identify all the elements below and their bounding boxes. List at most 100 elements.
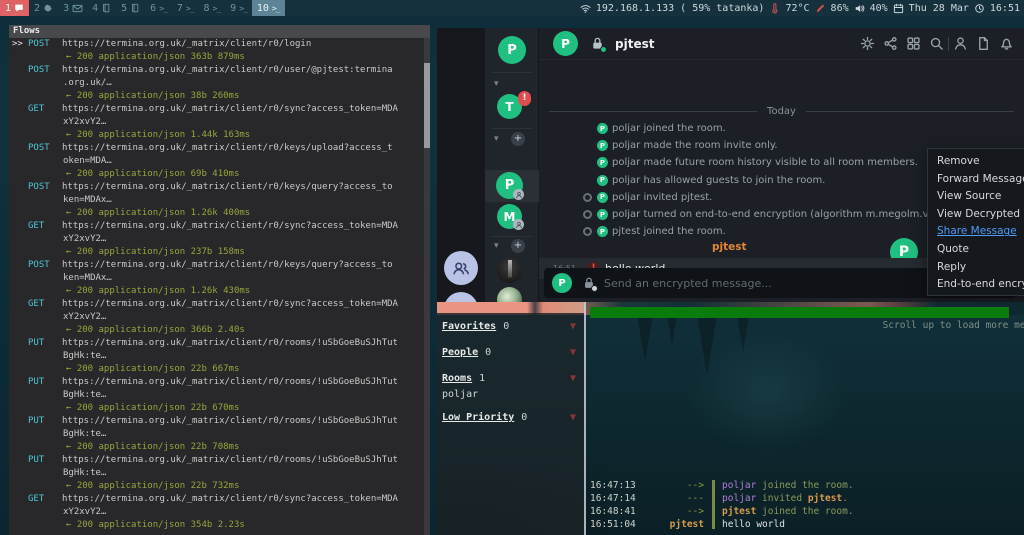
workspace-9[interactable]: 9>_ bbox=[225, 0, 252, 16]
flow-row[interactable]: GEThttps://termina.org.uk/_matrix/client… bbox=[9, 493, 423, 506]
section-label[interactable]: Favorites bbox=[442, 321, 496, 332]
menu-item-end-to-end-encry[interactable]: End-to-end encry bbox=[928, 276, 1024, 294]
menu-item-quote[interactable]: Quote bbox=[928, 241, 1024, 259]
flow-row[interactable]: POSThttps://termina.org.uk/_matrix/clien… bbox=[9, 181, 423, 194]
widgets-grid-icon[interactable] bbox=[906, 36, 921, 51]
room-header-avatar[interactable]: P bbox=[553, 31, 578, 56]
chat-log-row: 16:51:04pjtesthello world bbox=[590, 518, 1024, 531]
workspace-1[interactable]: 1 bbox=[0, 0, 29, 16]
flow-row[interactable]: POSThttps://termina.org.uk/_matrix/clien… bbox=[9, 64, 423, 77]
workspace-3[interactable]: 3 bbox=[58, 0, 87, 16]
add-room-button[interactable]: + bbox=[511, 239, 525, 253]
flow-row[interactable]: POSThttps://termina.org.uk/_matrix/clien… bbox=[9, 142, 423, 155]
day-divider-label: Today bbox=[767, 106, 796, 117]
log-gutter: --> bbox=[642, 479, 704, 492]
room-section-rooms[interactable]: Rooms1▼ bbox=[442, 373, 584, 386]
flow-response: ← 200 application/json 38b 260ms bbox=[9, 90, 423, 103]
share-icon[interactable] bbox=[883, 36, 898, 51]
chat-icon bbox=[14, 3, 24, 13]
gomuks-chat-pane: Scroll up to load more mess 16:47:13-->p… bbox=[586, 302, 1024, 535]
flow-row[interactable]: GEThttps://termina.org.uk/_matrix/client… bbox=[9, 103, 423, 116]
room-section-favorites[interactable]: Favorites0▼ bbox=[442, 321, 584, 334]
log-part: joined the room. bbox=[756, 506, 853, 517]
flow-marker bbox=[9, 415, 28, 428]
flow-marker bbox=[9, 103, 28, 116]
section-label[interactable]: People bbox=[442, 347, 478, 358]
lifering-button[interactable] bbox=[444, 292, 478, 302]
flow-url-continued: xY2xvY2… bbox=[9, 116, 423, 129]
workspace-number: 4 bbox=[92, 3, 98, 14]
terminal-icon: >_ bbox=[213, 4, 221, 13]
flow-method: GET bbox=[28, 493, 62, 506]
room-avatar-image-obelisk[interactable] bbox=[497, 258, 522, 283]
collapse-triangle-icon[interactable]: ▼ bbox=[570, 347, 576, 358]
menu-item-view-source[interactable]: View Source bbox=[928, 188, 1024, 206]
room-section-low-priority[interactable]: Low Priority0▼ bbox=[442, 412, 584, 425]
workspace-number: 7 bbox=[177, 3, 183, 14]
collapse-triangle-icon[interactable]: ▼ bbox=[570, 373, 576, 384]
speaker-icon bbox=[854, 3, 865, 14]
flow-row[interactable]: PUThttps://termina.org.uk/_matrix/client… bbox=[9, 454, 423, 467]
flow-url: https://termina.org.uk/_matrix/client/r0… bbox=[62, 38, 311, 51]
terminal-icon: >_ bbox=[186, 4, 194, 13]
workspace-5[interactable]: 5 bbox=[116, 0, 145, 16]
people-button[interactable] bbox=[444, 251, 478, 285]
collapse-triangle-icon[interactable]: ▼ bbox=[570, 321, 576, 332]
chevron-down-icon[interactable]: ▾ bbox=[494, 135, 499, 144]
flow-url: https://termina.org.uk/_matrix/client/r0… bbox=[62, 181, 393, 194]
flow-row[interactable]: >>POSThttps://termina.org.uk/_matrix/cli… bbox=[9, 38, 423, 51]
menu-item-reply[interactable]: Reply bbox=[928, 259, 1024, 277]
flow-response: ← 200 application/json 363b 879ms bbox=[9, 51, 423, 64]
workspace-4[interactable]: 4 bbox=[87, 0, 116, 16]
flow-method: GET bbox=[28, 220, 62, 233]
room-entry-poljar[interactable]: poljar bbox=[442, 389, 584, 402]
chevron-down-icon[interactable]: ▾ bbox=[494, 242, 499, 251]
flow-response: ← 200 application/json 22b 670ms bbox=[9, 402, 423, 415]
workspace-2[interactable]: 2 bbox=[29, 0, 58, 16]
section-label[interactable]: Rooms bbox=[442, 373, 472, 384]
room-section-people[interactable]: People0▼ bbox=[442, 347, 584, 360]
message-input[interactable] bbox=[604, 277, 929, 290]
flow-row[interactable]: PUThttps://termina.org.uk/_matrix/client… bbox=[9, 376, 423, 389]
members-icon[interactable] bbox=[953, 36, 968, 51]
menu-item-remove[interactable]: Remove bbox=[928, 153, 1024, 171]
event-info-icon bbox=[583, 193, 592, 202]
event-avatar: P bbox=[597, 192, 608, 203]
flow-row[interactable]: GEThttps://termina.org.uk/_matrix/client… bbox=[9, 220, 423, 233]
collapse-triangle-icon[interactable]: ▼ bbox=[570, 412, 576, 423]
search-icon[interactable] bbox=[929, 36, 944, 51]
room-avatar-image-globe[interactable] bbox=[497, 287, 522, 302]
taskbar: 123456>_7>_8>_9>_10>_ 192.168.1.133 ( 59… bbox=[0, 0, 1024, 16]
workspace-6[interactable]: 6>_ bbox=[145, 0, 172, 16]
message-sender-name[interactable]: pjtest bbox=[712, 241, 747, 253]
mitmproxy-scrollbar[interactable] bbox=[424, 38, 430, 535]
member-badge-icon bbox=[513, 219, 524, 230]
workspace-10[interactable]: 10>_ bbox=[252, 0, 285, 16]
add-room-button[interactable]: + bbox=[511, 132, 525, 146]
section-label[interactable]: Low Priority bbox=[442, 412, 514, 423]
workspace-8[interactable]: 8>_ bbox=[199, 0, 226, 16]
workspace-7[interactable]: 7>_ bbox=[172, 0, 199, 16]
settings-gear-icon[interactable] bbox=[860, 36, 875, 51]
wifi-icon bbox=[580, 3, 591, 14]
log-part: poljar bbox=[722, 480, 756, 491]
scrollbar-thumb[interactable] bbox=[424, 63, 430, 148]
chevron-down-icon[interactable]: ▾ bbox=[494, 80, 499, 89]
log-message: pjtest joined the room. bbox=[704, 505, 854, 518]
flow-marker bbox=[9, 454, 28, 467]
status-area: 192.168.1.133 ( 59% tatanka) 72°C 86% 40… bbox=[580, 3, 1024, 14]
flow-row[interactable]: PUThttps://termina.org.uk/_matrix/client… bbox=[9, 415, 423, 428]
menu-item-view-decrypted-s[interactable]: View Decrypted S bbox=[928, 206, 1024, 224]
account-avatar-top[interactable]: P bbox=[498, 36, 526, 64]
thermometer-icon bbox=[769, 3, 780, 14]
flow-row[interactable]: GEThttps://termina.org.uk/_matrix/client… bbox=[9, 298, 423, 311]
unread-badge: ! bbox=[518, 91, 531, 106]
flow-row[interactable]: PUThttps://termina.org.uk/_matrix/client… bbox=[9, 337, 423, 350]
notifications-bell-icon[interactable] bbox=[999, 36, 1014, 51]
menu-item-forward-message[interactable]: Forward Message bbox=[928, 171, 1024, 189]
files-icon[interactable] bbox=[976, 36, 991, 51]
flow-row[interactable]: POSThttps://termina.org.uk/_matrix/clien… bbox=[9, 259, 423, 272]
message-context-menu: RemoveForward MessageView SourceView Dec… bbox=[927, 148, 1024, 296]
menu-item-share-message[interactable]: Share Message bbox=[928, 223, 1024, 241]
flow-url-continued: oken=MDA… bbox=[9, 155, 423, 168]
